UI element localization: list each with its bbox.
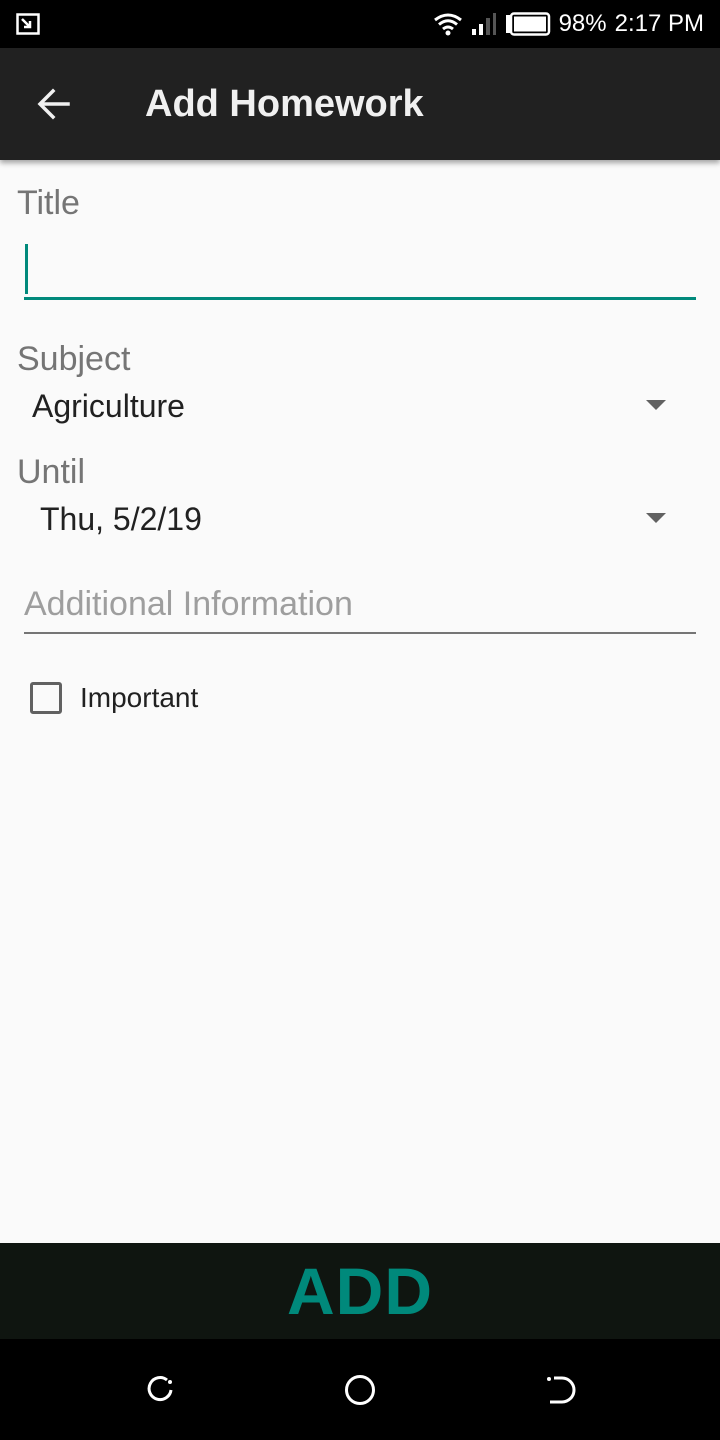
back-arrow-icon	[37, 88, 70, 120]
title-label: Title	[17, 184, 80, 222]
navigation-bar	[0, 1339, 720, 1440]
important-checkbox-row[interactable]: Important	[30, 678, 198, 718]
subject-dropdown[interactable]: Agriculture	[24, 378, 696, 434]
app-bar: Add Homework	[0, 48, 720, 160]
back-nav-icon[interactable]	[544, 1374, 576, 1406]
page-title: Add Homework	[145, 83, 424, 125]
important-checkbox[interactable]	[30, 682, 62, 714]
status-bar: 98% 2:17 PM	[0, 0, 720, 48]
recents-icon[interactable]	[144, 1374, 176, 1406]
status-time: 2:17 PM	[614, 10, 704, 37]
title-input[interactable]	[24, 240, 696, 300]
battery-percent: 98%	[558, 10, 607, 37]
dropdown-arrow-icon	[646, 513, 666, 523]
subject-label: Subject	[17, 340, 131, 378]
additional-info-field[interactable]: Additional Information	[24, 578, 696, 634]
battery-icon	[505, 12, 550, 36]
home-icon[interactable]	[344, 1374, 376, 1406]
until-label: Until	[17, 453, 86, 491]
until-date-dropdown[interactable]: Thu, 5/2/19	[24, 491, 696, 547]
dropdown-arrow-icon	[646, 400, 666, 410]
status-right: 98% 2:17 PM	[433, 0, 704, 48]
signal-icon	[471, 13, 496, 35]
screen: 98% 2:17 PM Add Homework Title Subject A…	[0, 0, 720, 1440]
until-value: Thu, 5/2/19	[40, 501, 202, 537]
important-label: Important	[80, 682, 199, 713]
wifi-icon	[433, 13, 462, 36]
subject-value: Agriculture	[32, 388, 185, 424]
additional-info-placeholder: Additional Information	[24, 585, 353, 623]
screen-cast-icon	[16, 13, 40, 35]
back-button[interactable]	[24, 74, 84, 134]
add-button[interactable]: ADD	[0, 1243, 720, 1339]
text-cursor	[25, 244, 28, 294]
